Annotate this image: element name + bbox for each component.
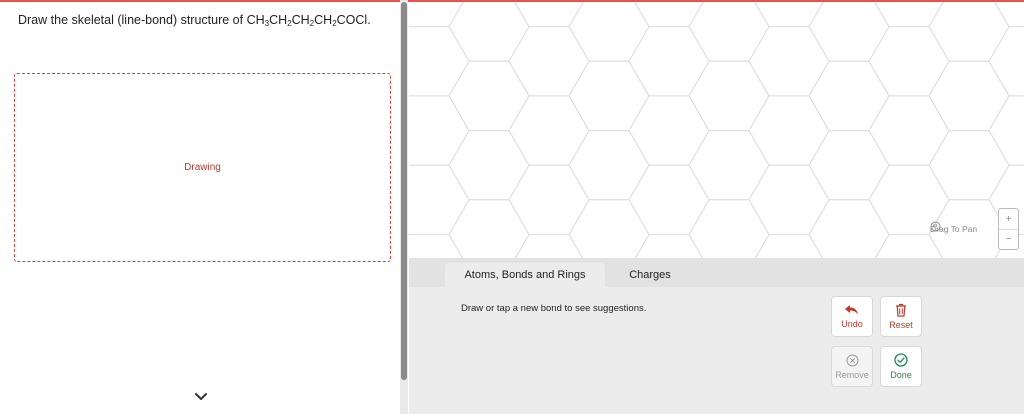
hex-cell xyxy=(928,130,1010,201)
drawing-canvas[interactable]: Drag To Pan + − xyxy=(409,2,1024,258)
drawing-label: Drawing xyxy=(184,162,221,173)
scrollbar-thumb[interactable] xyxy=(401,2,407,380)
hex-cell xyxy=(808,199,890,258)
tab-atoms-bonds-rings[interactable]: Atoms, Bonds and Rings xyxy=(445,263,605,287)
drawing-answer-box[interactable]: Drawing xyxy=(14,73,391,262)
hex-cell xyxy=(448,2,530,62)
hex-cell xyxy=(748,95,830,166)
hex-cell xyxy=(748,164,830,235)
hex-cell xyxy=(628,26,710,97)
hex-cell xyxy=(448,60,530,132)
formula-part: CH xyxy=(291,13,310,27)
hex-cell xyxy=(634,2,704,28)
formula-part: COCl. xyxy=(336,13,371,27)
hex-cell xyxy=(409,2,464,28)
done-button[interactable]: Done xyxy=(880,346,922,387)
hex-cell xyxy=(994,2,1024,28)
check-circle-icon xyxy=(894,353,908,367)
chevron-down-icon[interactable] xyxy=(193,390,209,404)
hex-cell xyxy=(448,130,530,201)
hex-cell xyxy=(568,130,650,201)
hex-cell xyxy=(754,2,824,28)
hex-cell xyxy=(409,164,470,235)
trash-icon xyxy=(896,303,906,317)
hex-cell xyxy=(409,26,470,97)
hex-cell xyxy=(508,164,590,235)
hex-grid xyxy=(409,2,1024,258)
undo-icon xyxy=(845,305,858,315)
drag-to-pan[interactable]: Drag To Pan xyxy=(930,221,977,237)
hex-cell xyxy=(928,60,1010,132)
hex-cell xyxy=(754,234,824,258)
hex-cell xyxy=(874,234,944,258)
undo-button[interactable]: Undo xyxy=(831,296,873,337)
tab-strip: Atoms, Bonds and Rings Charges xyxy=(409,258,1024,287)
hex-cell xyxy=(508,26,590,97)
reset-label: Reset xyxy=(889,320,913,330)
structure-editor: Drag To Pan + − Atoms, Bonds and Rings C… xyxy=(409,2,1024,414)
hex-cell xyxy=(808,60,890,132)
hex-cell xyxy=(928,2,1010,62)
hex-cell xyxy=(628,95,710,166)
question-text: Draw the skeletal (line-bond) structure … xyxy=(18,13,371,28)
hex-cell xyxy=(508,95,590,166)
question-prefix: Draw the skeletal (line-bond) structure … xyxy=(18,13,247,27)
undo-label: Undo xyxy=(841,319,863,329)
zoom-controls: + − xyxy=(998,208,1019,250)
question-formula: CH3CH2CH2CH2COCl. xyxy=(246,13,371,28)
hex-cell xyxy=(628,164,710,235)
hint-text: Draw or tap a new bond to see suggestion… xyxy=(461,303,647,314)
reset-button[interactable]: Reset xyxy=(880,296,922,337)
hand-icon xyxy=(930,221,941,232)
hex-cell xyxy=(988,95,1024,166)
hex-cell xyxy=(568,199,650,258)
done-label: Done xyxy=(890,370,912,380)
hex-cell xyxy=(409,95,470,166)
hex-cell xyxy=(514,2,584,28)
hex-cell xyxy=(688,199,770,258)
hex-cell xyxy=(748,26,830,97)
hex-cell xyxy=(874,2,944,28)
zoom-in-button[interactable]: + xyxy=(999,209,1018,229)
formula-part: CH xyxy=(269,13,288,27)
formula-part: CH xyxy=(314,13,333,27)
hex-cell xyxy=(514,234,584,258)
formula-part: CH xyxy=(246,13,265,27)
question-panel: Draw the skeletal (line-bond) structure … xyxy=(0,2,400,414)
hex-cell xyxy=(568,2,650,62)
hex-cell xyxy=(808,130,890,201)
tab-charges[interactable]: Charges xyxy=(615,263,685,287)
remove-label: Remove xyxy=(835,369,869,380)
hex-cell xyxy=(988,26,1024,97)
hex-cell xyxy=(688,130,770,201)
tools-panel: Atoms, Bonds and Rings Charges Draw or t… xyxy=(409,258,1024,414)
remove-icon xyxy=(846,354,858,366)
hex-cell xyxy=(868,26,950,97)
hex-cell xyxy=(688,2,770,62)
hex-cell xyxy=(868,95,950,166)
hex-cell xyxy=(448,199,530,258)
hex-cell xyxy=(688,60,770,132)
hex-cell xyxy=(808,2,890,62)
remove-button[interactable]: Remove xyxy=(831,346,873,387)
hex-cell xyxy=(634,234,704,258)
zoom-out-button[interactable]: − xyxy=(999,229,1018,249)
hex-cell xyxy=(568,60,650,132)
